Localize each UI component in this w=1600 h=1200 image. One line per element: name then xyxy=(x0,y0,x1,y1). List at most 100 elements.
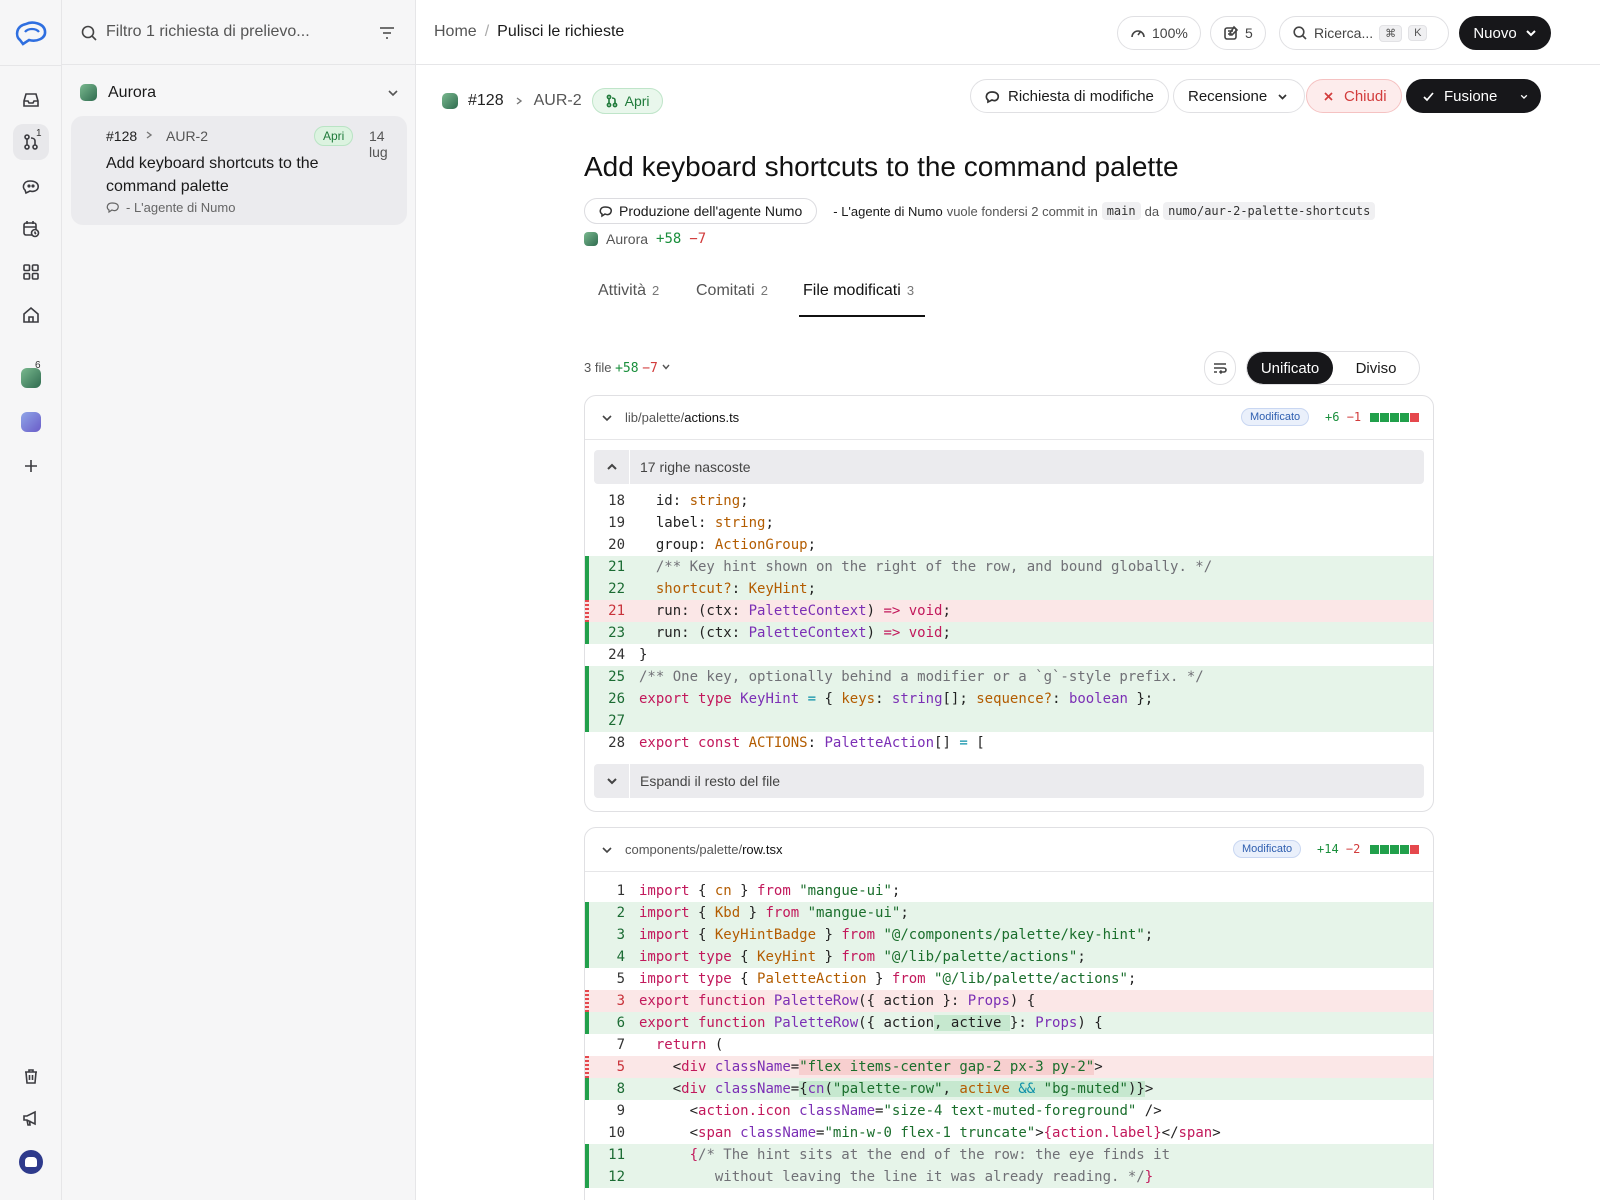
diff-line-added: 26 export type KeyHint = { keys: string[]… xyxy=(585,688,1433,710)
new-button[interactable]: Nuovo xyxy=(1459,16,1551,50)
merge-text: vuole fondersi 2 commit in xyxy=(946,203,1098,219)
diff-line: 9 <action.icon className="size-4 text-mu… xyxy=(616,1103,1162,1119)
diff-line-removed: 5 <div className="flex items-center gap-… xyxy=(585,1056,1433,1078)
base-branch[interactable]: main xyxy=(1101,202,1141,220)
add-workspace-icon[interactable] xyxy=(13,448,49,484)
megaphone-icon[interactable] xyxy=(13,1100,49,1136)
diff-line: 18 id: string; xyxy=(608,493,749,509)
diff-bars xyxy=(1370,845,1419,854)
zoom-button[interactable]: 100% xyxy=(1117,16,1201,50)
expand-file-row[interactable]: Espandi il resto del file xyxy=(594,764,1424,798)
chevron-down-icon xyxy=(662,364,671,370)
request-changes-button[interactable]: Richiesta di modifiche xyxy=(970,79,1169,113)
diff-line-added: 4 import type { KeyHint } from "@/lib/pal… xyxy=(585,946,1433,968)
chevron-down-icon xyxy=(1278,93,1287,100)
files-summary[interactable]: 3 file +58 −7 xyxy=(584,360,671,376)
list-search-row: Filtro 1 richiesta di prelievo... xyxy=(62,0,416,65)
diff-line-added: 12 without leaving the line it was alrea… xyxy=(585,1166,1433,1188)
diff-line-added: 25/** One key, optionally behind a modif… xyxy=(585,666,1433,688)
chevron-right-icon xyxy=(146,131,153,139)
head-branch[interactable]: numo/aur-2-palette-shortcuts xyxy=(1163,202,1376,220)
avatar[interactable] xyxy=(19,1150,43,1174)
notes-button[interactable]: 5 xyxy=(1210,16,1266,50)
diff-line: 5 import type { PaletteAction } from "@/l… xyxy=(616,971,1137,987)
pr-list-panel: Filtro 1 richiesta di prelievo... Aurora… xyxy=(62,0,416,1200)
chevron-down-icon[interactable] xyxy=(594,764,630,798)
app-logo-icon[interactable] xyxy=(14,18,48,48)
diff-line-added: 11 {/* The hint sits at the end of the r… xyxy=(585,1144,1433,1166)
diff-line-added: 21 /** Key hint shown on the right of th… xyxy=(585,556,1433,578)
pr-count-badge: 1 xyxy=(36,128,42,139)
workspace-2-icon[interactable] xyxy=(21,412,41,432)
workspace-aurora-icon[interactable] xyxy=(21,368,41,388)
global-search[interactable]: Ricerca... ⌘ K xyxy=(1279,16,1449,50)
diff-line-added: 22 shortcut?: KeyHint; xyxy=(585,578,1433,600)
file-diff-row: components/palette/row.tsx Modificato +1… xyxy=(584,827,1434,1200)
split-view-button[interactable]: Diviso xyxy=(1333,352,1419,384)
gauge-icon xyxy=(1131,30,1145,38)
status-badge: Apri xyxy=(314,126,354,146)
breadcrumb-current: Pulisci le richieste xyxy=(497,23,625,40)
home-icon[interactable] xyxy=(13,297,49,333)
diff-line: 19 label: string; xyxy=(608,515,774,531)
merge-options-button[interactable] xyxy=(1507,79,1541,113)
inbox-icon[interactable] xyxy=(13,82,49,118)
wrap-lines-button[interactable] xyxy=(1204,351,1236,385)
status-badge: Apri xyxy=(591,88,663,114)
tab-commits[interactable]: Comitati 2 xyxy=(696,275,796,317)
file-stats: +6 −1 xyxy=(1325,410,1362,424)
chevron-down-icon[interactable] xyxy=(386,86,400,100)
issue-key: AUR-2 xyxy=(166,128,209,144)
review-button[interactable]: Recensione xyxy=(1173,79,1306,113)
pr-header: #128 AUR-2 Apri xyxy=(442,87,663,115)
issue-key[interactable]: AUR-2 xyxy=(534,92,582,110)
pr-number: #128 xyxy=(468,92,504,109)
pull-request-icon xyxy=(606,94,618,108)
agent-pill[interactable]: Produzione dell'agente Numo xyxy=(584,198,818,224)
diff-line-removed: 3 export function PaletteRow({ action }: … xyxy=(585,990,1433,1012)
pr-number: #128 xyxy=(106,128,138,144)
diff-line-added: 2 import { Kbd } from "mangue-ui"; xyxy=(585,902,1433,924)
file-stats: +14 −2 xyxy=(1317,842,1361,856)
diff-line: 7 return ( xyxy=(616,1037,724,1053)
chevron-right-icon xyxy=(516,97,522,105)
pr-stats: Aurora +58 −7 xyxy=(584,231,706,247)
search-icon xyxy=(1293,26,1307,40)
diff-line-added: 23 run: (ctx: PaletteContext) => void; xyxy=(585,622,1433,644)
repo-group-header[interactable]: Aurora xyxy=(80,82,400,106)
file-diff-actions: lib/palette/actions.ts Modificato +6 −1 … xyxy=(584,395,1434,812)
repo-avatar xyxy=(584,232,598,246)
diff-lines: 18 id: string; 19 label: string; 20 grou… xyxy=(585,490,1433,754)
repo-name: Aurora xyxy=(606,231,649,247)
unified-view-button[interactable]: Unificato xyxy=(1247,352,1333,384)
chevron-down-icon xyxy=(1520,94,1528,99)
tab-files-changed[interactable]: File modificati 3 xyxy=(799,275,925,317)
list-item[interactable]: #128 AUR-2 Apri 14 lug Add keyboard shor… xyxy=(71,116,407,225)
diff-view-toggle: Unificato Diviso xyxy=(1246,351,1420,385)
file-header[interactable]: lib/palette/actions.ts Modificato +6 −1 xyxy=(585,396,1433,440)
filter-icon[interactable] xyxy=(378,24,396,42)
chevron-down-icon[interactable] xyxy=(601,844,613,856)
file-header[interactable]: components/palette/row.tsx Modificato +1… xyxy=(585,828,1433,872)
trash-icon[interactable] xyxy=(13,1058,49,1094)
check-icon xyxy=(1423,91,1434,101)
calendar-clock-icon[interactable] xyxy=(13,211,49,247)
deletions-count: −7 xyxy=(689,231,707,247)
chevron-up-icon[interactable] xyxy=(594,450,630,484)
pull-requests-icon[interactable] xyxy=(13,124,49,160)
notes-icon xyxy=(1224,25,1239,40)
close-button[interactable]: Chiudi xyxy=(1306,79,1402,113)
breadcrumb-home[interactable]: Home xyxy=(434,23,477,40)
pr-meta: Produzione dell'agente Numo - L'agente d… xyxy=(584,198,1376,224)
agent-icon[interactable] xyxy=(13,168,49,204)
grid-icon[interactable] xyxy=(13,254,49,290)
tab-activity[interactable]: Attività 2 xyxy=(584,275,694,317)
chevron-down-icon[interactable] xyxy=(601,412,613,424)
diff-line-added: 6 export function PaletteRow({ action, ac… xyxy=(585,1012,1433,1034)
merge-button[interactable]: Fusione xyxy=(1406,79,1513,113)
repo-name: Aurora xyxy=(108,84,157,101)
filter-input[interactable]: Filtro 1 richiesta di prelievo... xyxy=(106,23,310,41)
hidden-lines-row[interactable]: 17 righe nascoste xyxy=(594,450,1424,484)
diff-line: 24} xyxy=(608,647,648,663)
status-badge: Modificato xyxy=(1241,408,1310,426)
